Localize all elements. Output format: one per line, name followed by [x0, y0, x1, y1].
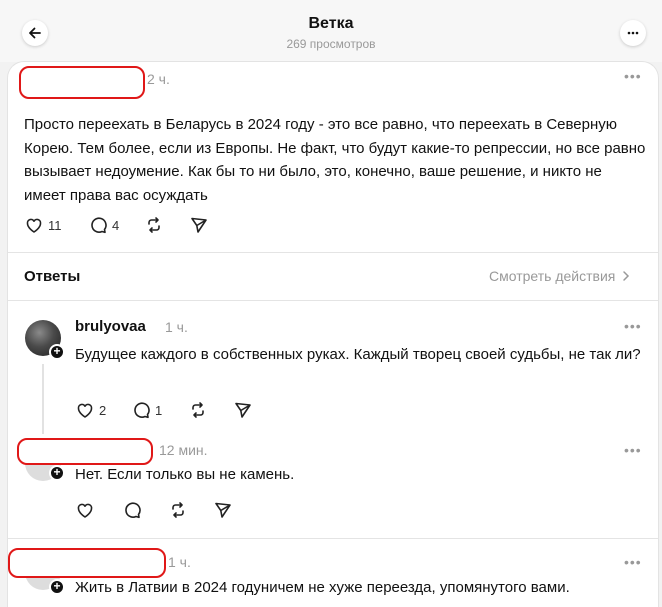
follow-plus-icon[interactable]: + — [49, 344, 65, 360]
more-icon — [627, 31, 639, 35]
share-button[interactable] — [233, 400, 253, 420]
divider — [8, 252, 658, 253]
reply-more-icon[interactable]: ••• — [624, 318, 642, 334]
top-bar: Ветка 269 просмотров — [0, 0, 662, 62]
reply-button[interactable] — [122, 500, 142, 520]
share-button[interactable] — [189, 215, 209, 235]
share-icon — [191, 217, 207, 233]
repost-icon — [148, 217, 160, 233]
repost-icon — [192, 402, 204, 418]
reply-time: 12 мин. — [159, 442, 208, 458]
thread-line — [42, 364, 44, 434]
heart-icon — [77, 403, 93, 418]
reply-more-icon[interactable]: ••• — [624, 554, 642, 570]
comment-icon — [91, 217, 107, 234]
repost-button[interactable] — [144, 215, 164, 235]
thread-card: 2 ч. ••• Просто переехать в Беларусь в 2… — [8, 62, 658, 607]
reply-author[interactable]: brulyovaa — [75, 318, 146, 335]
like-count: 11 — [48, 217, 62, 233]
heart-icon — [77, 503, 93, 518]
post-time: 2 ч. — [147, 71, 170, 87]
chevron-right-icon — [623, 271, 630, 281]
follow-plus-icon[interactable]: + — [49, 579, 65, 595]
comment-icon — [125, 502, 141, 519]
views-count: 269 просмотров — [286, 37, 376, 51]
repost-button[interactable] — [168, 500, 188, 520]
share-icon — [215, 502, 231, 518]
reply-time: 1 ч. — [168, 554, 191, 570]
reply-time: 1 ч. — [165, 319, 188, 335]
redacted-username — [8, 548, 166, 578]
repost-button[interactable] — [188, 400, 208, 420]
heart-icon — [26, 218, 42, 233]
divider — [8, 300, 658, 301]
comment-icon — [134, 402, 150, 419]
view-activity-label: Смотреть действия — [489, 268, 616, 284]
post-text: Просто переехать в Беларусь в 2024 году … — [24, 116, 646, 204]
page-title: Ветка — [308, 15, 354, 32]
like-button[interactable] — [75, 500, 95, 520]
view-activity-link[interactable]: Смотреть действия — [489, 268, 631, 284]
post-more-icon[interactable]: ••• — [624, 68, 642, 84]
replies-heading: Ответы — [24, 268, 81, 285]
reply-count: 4 — [112, 217, 120, 233]
share-button[interactable] — [213, 500, 233, 520]
reply-button[interactable]: 1 — [131, 400, 162, 420]
redacted-username — [19, 66, 145, 99]
reply-text: Будущее каждого в собственных руках. Каж… — [75, 346, 641, 363]
share-icon — [235, 402, 251, 418]
follow-plus-icon[interactable]: + — [49, 465, 65, 481]
reply-text: Нет. Если только вы не камень. — [75, 466, 295, 483]
reply-more-icon[interactable]: ••• — [624, 442, 642, 458]
divider — [8, 538, 658, 539]
reply-text: Жить в Латвии в 2024 годуничем не хуже п… — [75, 579, 570, 596]
reply-count: 1 — [155, 402, 163, 418]
like-count: 2 — [99, 402, 107, 418]
reply-button[interactable]: 4 — [88, 215, 119, 235]
repost-icon — [172, 502, 184, 518]
like-button[interactable]: 11 — [24, 215, 62, 235]
more-button[interactable] — [620, 20, 646, 46]
redacted-username — [17, 438, 153, 465]
like-button[interactable]: 2 — [75, 400, 106, 420]
